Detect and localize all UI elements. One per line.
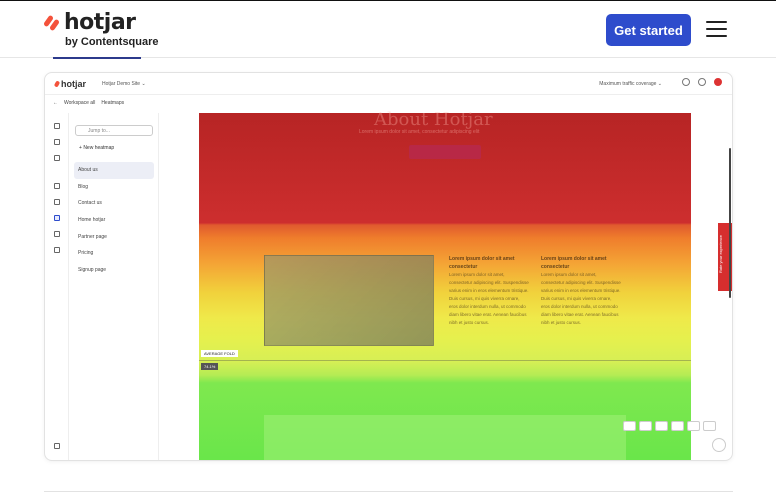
column-2-title: Lorem ipsum dolor sit amet consectetur (541, 256, 607, 270)
list-item[interactable]: Pricing (74, 245, 154, 262)
download-icon[interactable] (687, 421, 700, 431)
app-logo[interactable]: hotjar (53, 78, 87, 89)
funnels-icon[interactable] (54, 199, 60, 205)
jump-to-search[interactable]: Jump to... (75, 125, 153, 136)
text-column-1: Lorem ipsum dolor sit amet consectetur L… (449, 255, 529, 327)
edit-icon[interactable] (712, 438, 726, 452)
get-started-button[interactable]: Get started (606, 14, 691, 46)
new-heatmap-label: New heatmap (83, 145, 115, 151)
list-item[interactable]: Blog (74, 179, 154, 196)
new-heatmap-button[interactable]: + New heatmap (79, 145, 114, 151)
column-2-body: Lorem ipsum dolor sit amet, consectetur … (541, 272, 621, 325)
list-item[interactable]: Partner page (74, 229, 154, 246)
list-item[interactable]: About us (74, 162, 154, 179)
page: hotjar by Contentsquare Get started hotj… (0, 0, 776, 497)
app-screenshot-frame: hotjar Hotjar Demo Site ⌄ Maximum traffi… (44, 72, 733, 461)
app-logo-word: hotjar (61, 78, 87, 89)
hero-title: About Hotjar (374, 109, 493, 130)
avatar[interactable] (714, 78, 722, 86)
scrollbar[interactable] (729, 148, 731, 298)
desktop-icon[interactable] (623, 421, 636, 431)
site-select[interactable]: Hotjar Demo Site ⌄ (102, 81, 146, 87)
breadcrumb: ← Workspace all Heatmaps (53, 100, 124, 106)
recordings-icon[interactable] (54, 183, 60, 189)
hero-button (409, 145, 481, 159)
average-fold-line (199, 360, 691, 361)
insights-icon[interactable] (54, 155, 60, 161)
fold-percentage-badge: 74.1% (201, 363, 219, 370)
heatmap-toolbar (623, 421, 716, 431)
hotjar-logo[interactable]: hotjar (43, 10, 136, 35)
help-icon[interactable] (698, 78, 706, 86)
home-icon[interactable] (54, 123, 60, 129)
share-icon[interactable] (671, 421, 684, 431)
collapse-icon[interactable] (54, 443, 60, 449)
breadcrumb-heatmaps[interactable]: Heatmaps (101, 100, 124, 106)
page-list: About us Blog Contact us Home hotjar Par… (74, 162, 154, 279)
hamburger-icon[interactable] (706, 21, 727, 37)
dashboard-icon[interactable] (54, 139, 60, 145)
column-1-body: Lorem ipsum dolor sit amet, consectetur … (449, 272, 529, 325)
tablet-icon[interactable] (639, 421, 652, 431)
topbar-icons (682, 78, 722, 86)
list-item[interactable]: Signup page (74, 262, 154, 279)
text-column-2: Lorem ipsum dolor sit amet consectetur L… (541, 255, 621, 327)
app-topbar: hotjar Hotjar Demo Site ⌄ Maximum traffi… (45, 73, 732, 95)
feedback-icon[interactable] (54, 231, 60, 237)
site-header: hotjar by Contentsquare Get started (0, 0, 776, 59)
nav-underline (53, 57, 141, 59)
app-logo-icon (53, 79, 61, 88)
more-icon[interactable] (703, 421, 716, 431)
office-image (264, 255, 434, 346)
coverage-select[interactable]: Maximum traffic coverage ⌄ (599, 81, 662, 87)
hotjar-logo-icon (43, 14, 60, 32)
logo-wordmark: hotjar (64, 10, 136, 35)
heatmaps-icon[interactable] (54, 215, 60, 221)
surveys-icon[interactable] (54, 247, 60, 253)
user-icon[interactable] (682, 78, 690, 86)
average-fold-label: AVERAGE FOLD (201, 350, 238, 357)
list-item[interactable]: Contact us (74, 195, 154, 212)
back-arrow-icon[interactable]: ← (53, 100, 58, 106)
breadcrumb-workspace[interactable]: Workspace all (64, 100, 95, 106)
logo-subtitle: by Contentsquare (65, 36, 159, 48)
lower-content-block (264, 415, 626, 460)
list-item[interactable]: Home hotjar (74, 212, 154, 229)
hero-subtitle: Lorem ipsum dolor sit amet, consectetur … (359, 129, 480, 135)
icon-rail (45, 113, 69, 460)
heatmap-sidebar: Jump to... + New heatmap About us Blog C… (69, 113, 159, 460)
heatmap-canvas[interactable]: About Hotjar Lorem ipsum dolor sit amet,… (199, 109, 691, 460)
divider (44, 491, 733, 492)
mobile-icon[interactable] (655, 421, 668, 431)
column-1-title: Lorem ipsum dolor sit amet consectetur (449, 256, 515, 270)
